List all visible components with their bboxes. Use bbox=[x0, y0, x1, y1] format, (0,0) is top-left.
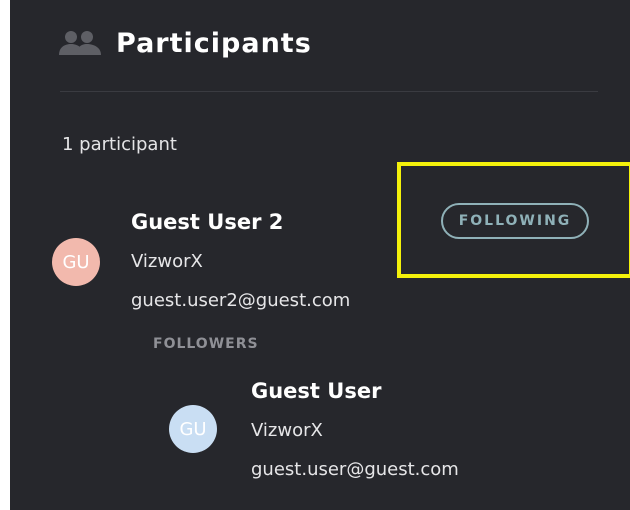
people-icon bbox=[58, 29, 102, 59]
participants-panel: Participants 1 participant GU Guest User… bbox=[10, 0, 630, 510]
followers-label: FOLLOWERS bbox=[153, 336, 259, 352]
participant-email: guest.user2@guest.com bbox=[131, 290, 351, 311]
participant-count: 1 participant bbox=[62, 134, 177, 155]
participant-name: Guest User 2 bbox=[131, 210, 284, 234]
participant-org: VizworX bbox=[131, 251, 203, 272]
follower-email: guest.user@guest.com bbox=[251, 459, 459, 480]
follower-org: VizworX bbox=[251, 420, 323, 441]
highlight-box bbox=[397, 162, 630, 278]
avatar-initials: GU bbox=[62, 251, 90, 273]
panel-header: Participants bbox=[58, 28, 312, 59]
avatar: GU bbox=[169, 405, 217, 453]
page-title: Participants bbox=[116, 28, 312, 59]
header-divider bbox=[60, 91, 598, 92]
follower-name: Guest User bbox=[251, 379, 382, 403]
avatar-initials: GU bbox=[179, 418, 207, 440]
avatar: GU bbox=[52, 238, 100, 286]
